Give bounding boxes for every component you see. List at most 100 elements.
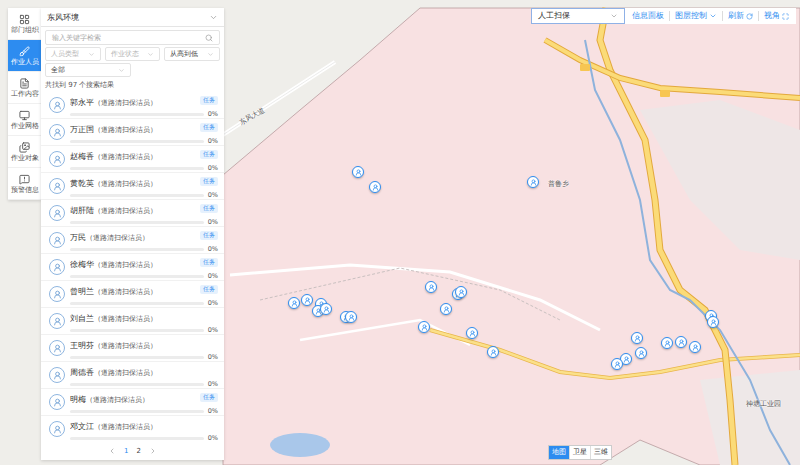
worker-header: 曾明兰（道路清扫保洁员）任务 (70, 281, 218, 297)
worker-pin[interactable] (418, 321, 430, 333)
worker-row[interactable]: 胡肝陆（道路清扫保洁员）任务0% (41, 200, 224, 227)
worker-pin[interactable] (487, 346, 499, 358)
worker-row[interactable]: 徐梅华（道路清扫保洁员）任务0% (41, 254, 224, 281)
progress: 0% (70, 273, 218, 280)
worker-info: 王明芬（道路清扫保洁员） 0% (70, 335, 218, 361)
worker-row[interactable]: 明梅（道路清扫保洁员）任务0% (41, 389, 224, 416)
progress: 0% (70, 354, 218, 361)
rail-label: 作业网格 (11, 123, 39, 130)
person-icon (304, 297, 311, 304)
worker-header: 王明芬（道路清扫保洁员） (70, 335, 218, 351)
toolbar-button[interactable]: 刷新 (722, 11, 758, 21)
org-select[interactable]: 东风环境 (41, 8, 224, 27)
progress-track (70, 275, 204, 278)
worker-icon (19, 46, 30, 57)
avatar-icon (49, 394, 65, 410)
refresh-icon (746, 13, 753, 20)
worker-pin[interactable] (707, 316, 719, 328)
progress: 0% (70, 246, 218, 253)
page-number[interactable]: 1 (124, 447, 128, 455)
mode-select[interactable]: 人工扫保 (531, 8, 625, 24)
worker-pin[interactable] (320, 303, 332, 315)
worker-row[interactable]: 赵梅香（道路清扫保洁员）任务0% (41, 146, 224, 173)
rail-item[interactable]: 作业对象 (8, 136, 41, 168)
overlay: 部门组织作业人员工作内容作业网格作业对象预警信息东风环境输入关键字检索人员类型作… (0, 0, 800, 465)
status-select[interactable]: 全部 (45, 63, 131, 77)
map-label: 神塘工业园 (746, 399, 781, 409)
worker-pin[interactable] (689, 341, 701, 353)
worker-row[interactable]: 黄乾英（道路清扫保洁员）任务0% (41, 173, 224, 200)
worker-pin[interactable] (345, 311, 357, 323)
chevron-down-icon (207, 51, 214, 58)
rail-label: 工作内容 (11, 91, 39, 98)
progress-reading: 0% (208, 165, 218, 172)
task-icon (19, 78, 30, 89)
fullscreen-icon (782, 13, 789, 20)
worker-pin[interactable] (288, 297, 300, 309)
progress-track (70, 437, 204, 440)
progress: 0% (70, 408, 218, 415)
map-type-option[interactable]: 卫星 (569, 446, 590, 459)
worker-pin[interactable] (425, 281, 437, 293)
page-number[interactable]: 2 (137, 447, 141, 455)
filter-select[interactable]: 人员类型 (45, 47, 101, 61)
progress: 0% (70, 111, 218, 118)
worker-row[interactable]: 万民（道路清扫保洁员）任务0% (41, 227, 224, 254)
task-badge: 任务 (200, 258, 218, 267)
worker-pin[interactable] (352, 166, 364, 178)
worker-panel: 东风环境输入关键字检索人员类型作业状态从高到低全部共找到 97 个搜索结果郭永平… (41, 8, 224, 460)
toolbar-button[interactable]: 图层控制 (669, 11, 722, 21)
rail-item[interactable]: 工作内容 (8, 72, 41, 104)
map-type-option[interactable]: 地图 (549, 446, 569, 459)
progress-reading: 0% (208, 300, 218, 307)
person-icon (634, 335, 641, 342)
toolbar-buttons: 信息面板图层控制刷新视角 (625, 8, 796, 24)
worker-header: 周德香（道路清扫保洁员） (70, 362, 218, 378)
worker-name: 王明芬（道路清扫保洁员） (70, 335, 157, 351)
result-count: 共找到 97 个搜索结果 (41, 77, 224, 92)
progress-reading: 0% (208, 192, 218, 199)
worker-pin[interactable] (631, 332, 643, 344)
worker-pin[interactable] (611, 358, 623, 370)
search-input[interactable]: 输入关键字检索 (45, 30, 220, 45)
worker-row[interactable]: 曾明兰（道路清扫保洁员）任务 0% (41, 281, 224, 308)
rail-item[interactable]: 作业网格 (8, 104, 41, 136)
progress-reading: 0% (208, 219, 218, 226)
rail-label: 作业人员 (11, 59, 39, 66)
worker-pin[interactable] (455, 286, 467, 298)
worker-row[interactable]: 郭永平（道路清扫保洁员）任务0% (41, 92, 224, 119)
worker-pin[interactable] (301, 294, 313, 306)
person-icon (348, 314, 355, 321)
progress-track (70, 194, 204, 197)
worker-pin[interactable] (466, 327, 478, 339)
filter-select[interactable]: 从高到低 (164, 47, 220, 61)
task-badge: 任务 (200, 285, 218, 294)
rail-item[interactable]: 部门组织 (8, 8, 41, 40)
worker-name: 万正国（道路清扫保洁员） (70, 119, 157, 135)
rail-item[interactable]: 作业人员 (8, 40, 41, 72)
person-icon (421, 324, 428, 331)
task-badge: 任务 (200, 204, 218, 213)
map-type-switch: 地图卫星三维 (548, 445, 612, 460)
worker-pin[interactable] (527, 176, 539, 188)
worker-row[interactable]: 邓文江（道路清扫保洁员）0% (41, 416, 224, 442)
worker-row[interactable]: 周德香（道路清扫保洁员）0% (41, 362, 224, 389)
worker-pin[interactable] (635, 347, 647, 359)
worker-pin[interactable] (369, 181, 381, 193)
worker-pin[interactable] (675, 336, 687, 348)
next-page-button[interactable] (149, 447, 157, 455)
filters: 输入关键字检索人员类型作业状态从高到低全部 (41, 27, 224, 77)
filter-select[interactable]: 作业状态 (105, 47, 161, 61)
rail-item[interactable]: 预警信息 (8, 168, 41, 200)
progress-reading: 0% (208, 354, 218, 361)
worker-pin[interactable] (440, 303, 452, 315)
toolbar-button[interactable]: 视角 (758, 11, 794, 21)
prev-page-button[interactable] (108, 447, 116, 455)
toolbar-button[interactable]: 信息面板 (627, 11, 669, 21)
worker-pin[interactable] (661, 337, 673, 349)
worker-row[interactable]: 刘自兰（道路清扫保洁员）0% (41, 308, 224, 335)
progress-reading: 0% (208, 246, 218, 253)
worker-row[interactable]: 王明芬（道路清扫保洁员） 0% (41, 335, 224, 362)
map-type-option[interactable]: 三维 (590, 446, 611, 459)
worker-row[interactable]: 万正国（道路清扫保洁员）任务0% (41, 119, 224, 146)
